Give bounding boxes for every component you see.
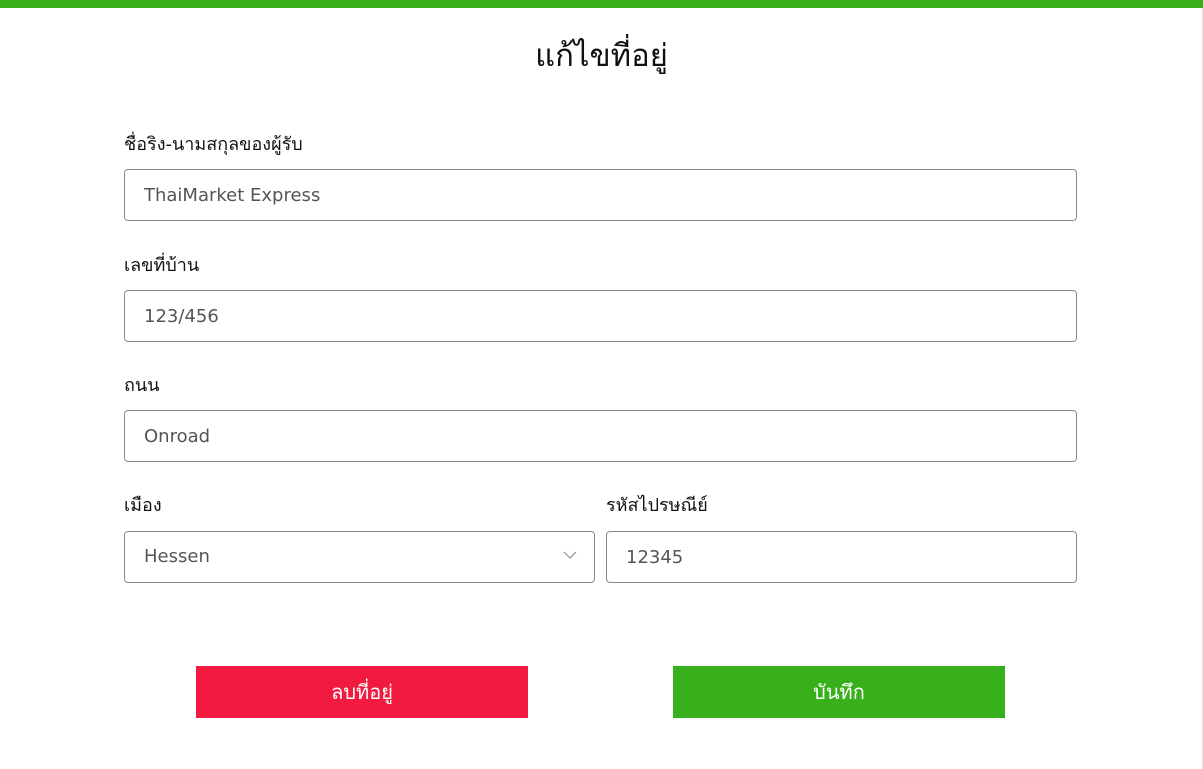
house-number-field-box [124,290,1077,342]
postal-code-input[interactable] [607,532,1076,582]
chevron-down-icon [563,551,577,559]
house-number-input[interactable] [125,291,1076,341]
save-button[interactable]: บันทึก [673,666,1005,718]
page-title: แก้ไขที่อยู่ [535,38,668,74]
city-label: เมือง [124,495,162,516]
delete-address-button[interactable]: ลบที่อยู่ [196,666,528,718]
city-selected-value: Hessen [144,546,210,567]
street-field-box [124,410,1077,462]
recipient-name-field-box [124,169,1077,221]
city-select[interactable]: Hessen [124,531,595,583]
recipient-name-label: ชื่อริง-นามสกุลของผู้รับ [124,134,303,155]
recipient-name-input[interactable] [125,170,1076,220]
top-accent-bar [0,0,1203,8]
street-input[interactable] [125,411,1076,461]
postal-code-label: รหัสไปรษณีย์ [606,495,708,516]
house-number-label: เลขที่บ้าน [124,255,200,276]
street-label: ถนน [124,375,160,396]
postal-code-field-box [606,531,1077,583]
